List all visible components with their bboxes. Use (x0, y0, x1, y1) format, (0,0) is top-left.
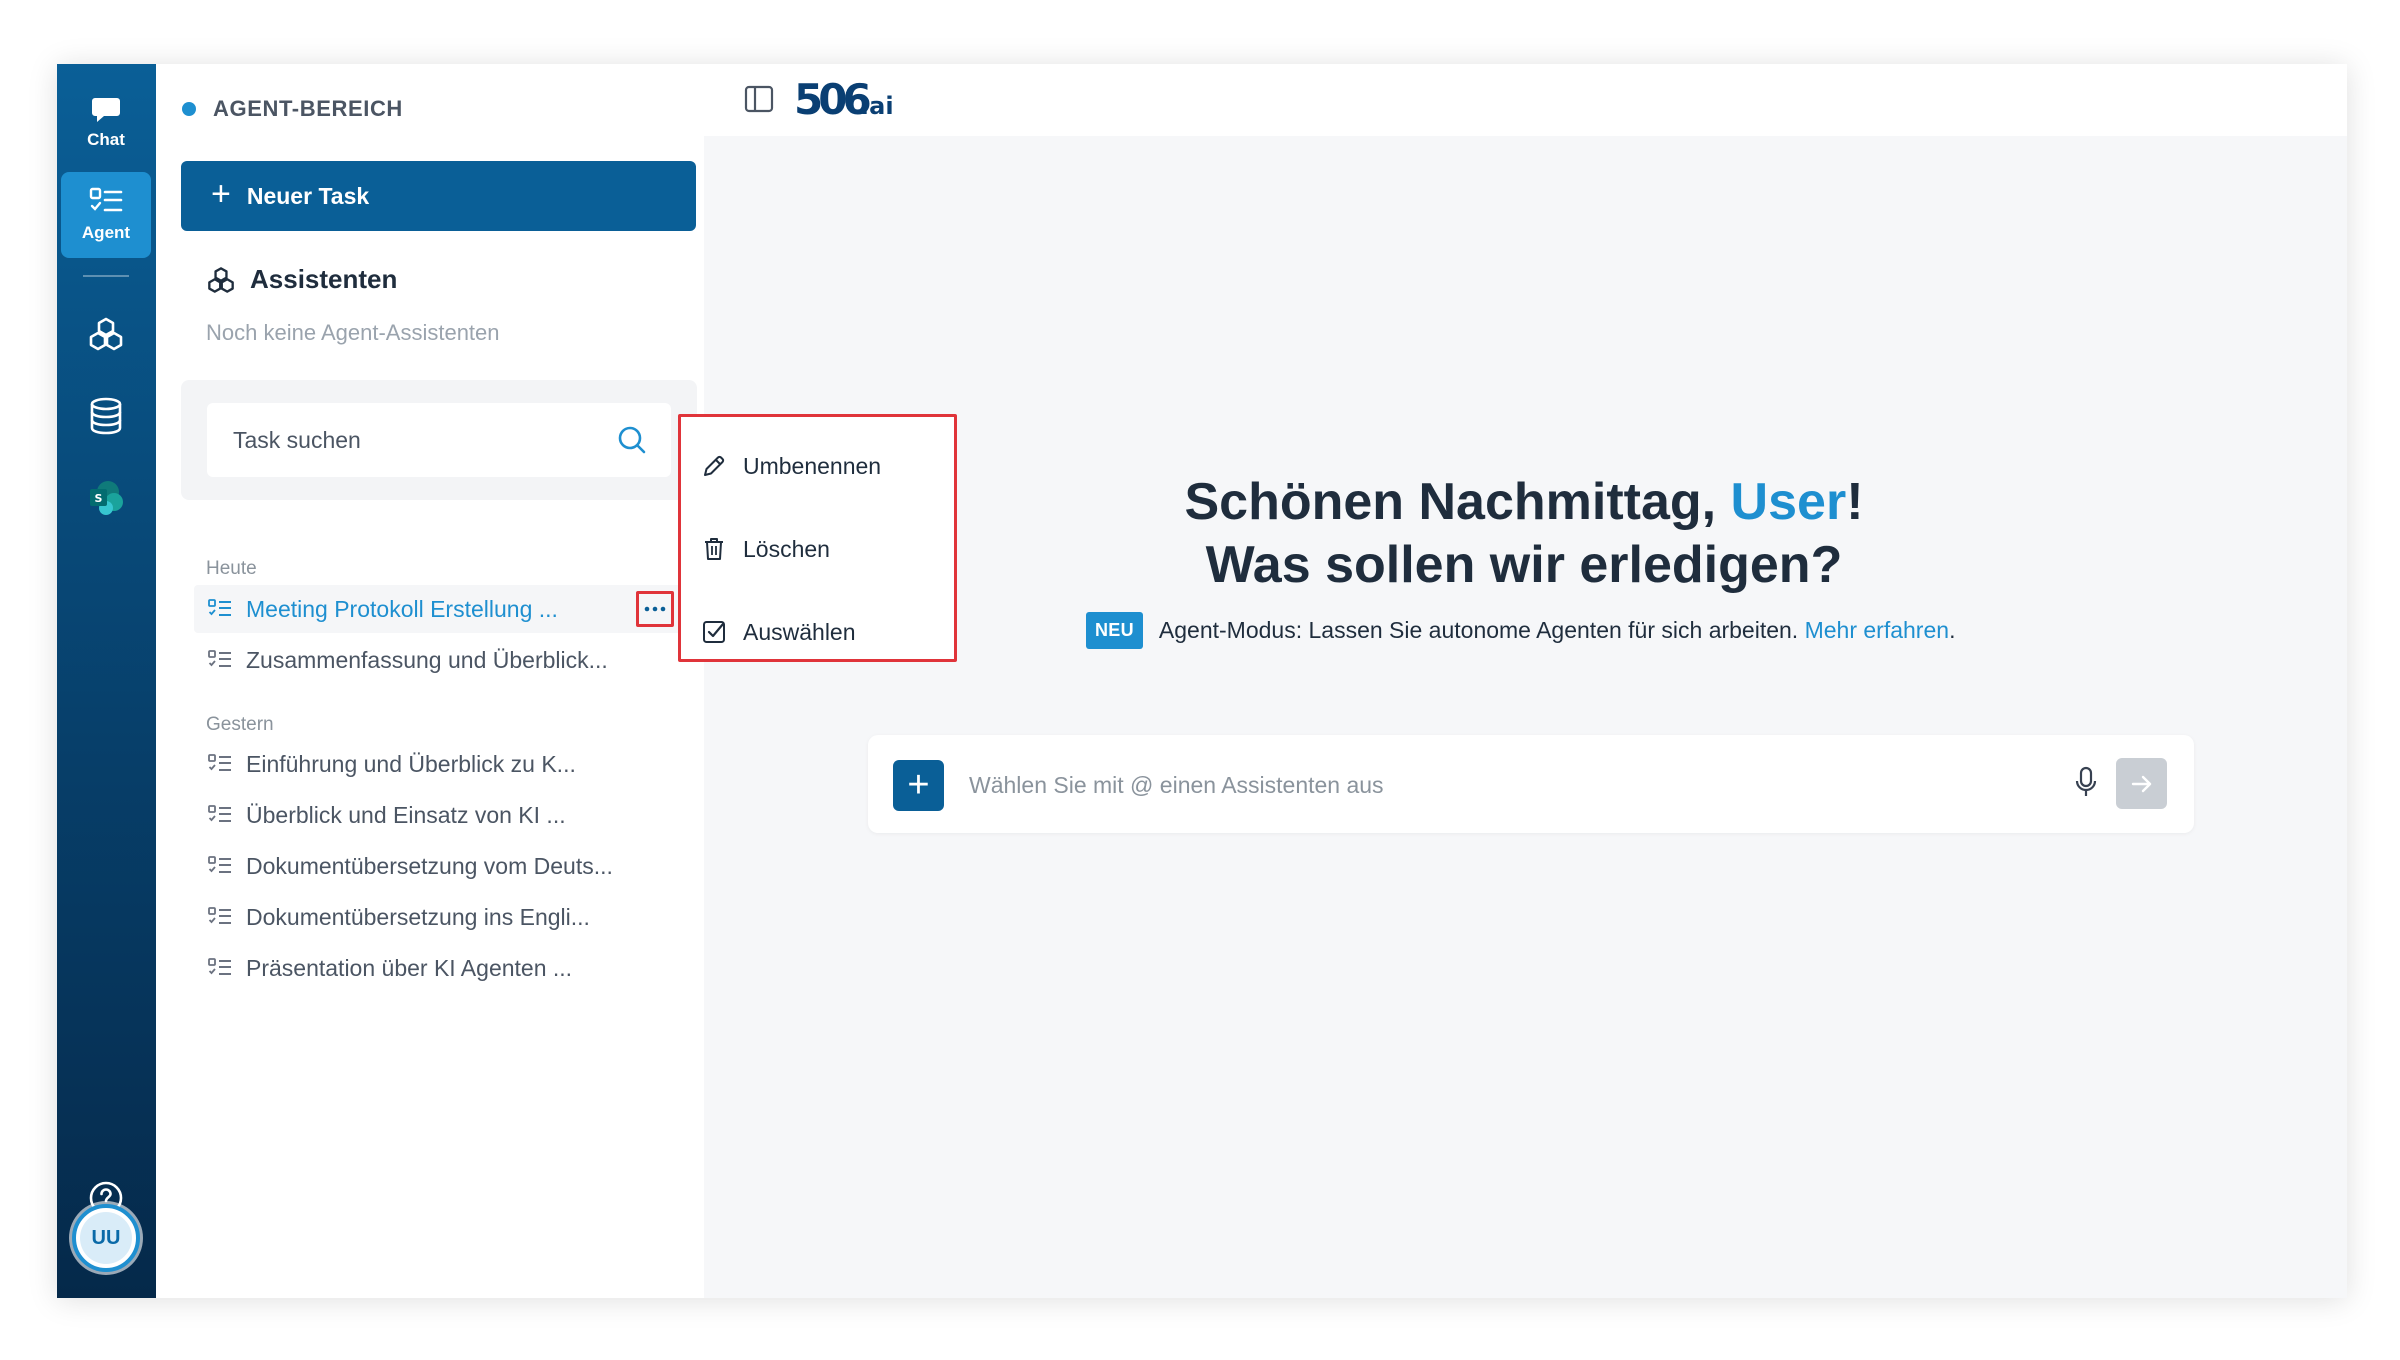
task-item[interactable]: Präsentation über KI Agenten ... (194, 944, 690, 992)
arrow-right-icon (2131, 775, 2151, 792)
more-dots-icon (644, 606, 666, 612)
assistants-icon (208, 266, 234, 293)
status-dot (182, 102, 196, 116)
menu-item-select[interactable]: Auswählen (701, 607, 941, 657)
top-bar: 506 .ai (704, 64, 2347, 136)
svg-text:.ai: .ai (860, 92, 894, 120)
agent-mode-info: NEU Agent-Modus: Lassen Sie autonome Age… (1086, 612, 1955, 649)
add-attachment-button[interactable]: + (893, 760, 944, 811)
rail-divider (83, 275, 129, 277)
task-item[interactable]: Überblick und Einsatz von KI ... (194, 791, 690, 839)
svg-text:506: 506 (794, 75, 869, 124)
app-window: Chat Agent S UU AGENT-BEREICH + Neuer Ta… (57, 64, 2347, 1298)
database-icon (90, 397, 122, 435)
new-badge: NEU (1086, 612, 1143, 649)
rail-assistants[interactable] (61, 304, 151, 364)
greeting-suffix: ! (1846, 473, 1864, 531)
menu-item-delete[interactable]: Löschen (701, 524, 941, 574)
checkbox-icon (703, 621, 725, 643)
avatar-initials: UU (80, 1212, 132, 1264)
chat-icon (92, 98, 120, 122)
greeting-line-2: Was sollen wir erledigen? (1205, 536, 1843, 594)
search-icon[interactable] (617, 425, 647, 455)
send-button[interactable] (2116, 758, 2167, 809)
user-avatar[interactable]: UU (72, 1204, 140, 1272)
task-item[interactable]: Einführung und Überblick zu K... (194, 740, 690, 788)
menu-item-label: Umbenennen (743, 452, 882, 479)
new-task-button[interactable]: + Neuer Task (181, 161, 696, 231)
microphone-icon[interactable] (2075, 766, 2097, 798)
rail-database[interactable] (61, 386, 151, 446)
menu-item-label: Auswählen (743, 618, 856, 645)
task-icon (208, 754, 231, 771)
menu-item-rename[interactable]: Umbenennen (701, 441, 941, 491)
task-name: Überblick und Einsatz von KI ... (246, 801, 566, 828)
left-rail: Chat Agent S UU (57, 64, 156, 1298)
sidebar-toggle-icon[interactable] (744, 84, 774, 114)
task-icon (208, 907, 231, 924)
task-item[interactable]: Dokumentübersetzung vom Deuts... (194, 842, 690, 890)
task-icon (208, 650, 231, 667)
assistants-icon (89, 317, 123, 351)
sharepoint-icon: S (90, 481, 123, 515)
agent-list-icon (89, 187, 123, 212)
task-name: Zusammenfassung und Überblick... (246, 646, 608, 673)
greeting-heading: Schönen Nachmittag, User! Was sollen wir… (904, 471, 2144, 597)
pencil-icon (704, 455, 725, 476)
assistants-title: Assistenten (250, 264, 398, 294)
group-label-gestern: Gestern (206, 714, 274, 735)
greeting-prefix: Schönen Nachmittag, (1184, 473, 1731, 531)
info-end: . (1949, 617, 1956, 643)
task-icon (208, 958, 231, 975)
svg-text:S: S (95, 492, 103, 505)
task-name: Einführung und Überblick zu K... (246, 750, 576, 777)
task-name: Präsentation über KI Agenten ... (246, 954, 573, 981)
search-box (207, 403, 671, 477)
task-item[interactable]: Dokumentübersetzung ins Engli... (194, 893, 690, 941)
assistants-header: Assistenten (206, 264, 397, 295)
search-section (181, 380, 697, 500)
task-icon (208, 599, 231, 616)
rail-sharepoint[interactable]: S (61, 468, 151, 528)
chat-composer: + (868, 735, 2194, 833)
chat-input[interactable] (969, 765, 2009, 805)
rail-agent-label: Agent (81, 223, 131, 242)
new-task-label: Neuer Task (246, 182, 370, 209)
greeting-line-1: Schönen Nachmittag, User! (904, 471, 2144, 534)
greeting-user: User (1730, 473, 1847, 531)
task-icon (208, 805, 231, 822)
agent-sidebar: AGENT-BEREICH + Neuer Task Assistenten N… (156, 64, 704, 1298)
info-text: Agent-Modus: Lassen Sie autonome Agenten… (1158, 617, 1799, 643)
task-context-menu: Umbenennen Löschen Auswählen (678, 414, 957, 662)
logo-mark: 506 .ai (794, 75, 894, 124)
task-item[interactable]: Zusammenfassung und Überblick... (194, 636, 690, 684)
brand-logo: 506 .ai (794, 74, 904, 129)
rail-chat[interactable]: Chat (61, 84, 151, 162)
task-more-button[interactable] (636, 591, 674, 627)
rail-chat-label: Chat (87, 130, 125, 149)
main-area: 506 .ai Schönen Nachmittag, User! Was so… (704, 64, 2347, 1298)
task-item-selected[interactable]: Meeting Protokoll Erstellung ... (194, 585, 690, 633)
area-header: AGENT-BEREICH (182, 96, 403, 122)
task-search-input[interactable] (233, 426, 593, 454)
assistants-empty-text: Noch keine Agent-Assistenten (206, 320, 500, 345)
task-name: Dokumentübersetzung vom Deuts... (246, 852, 613, 879)
menu-item-label: Löschen (743, 535, 830, 562)
group-label-heute: Heute (206, 558, 257, 579)
plus-icon: + (211, 175, 231, 213)
task-name: Dokumentübersetzung ins Engli... (246, 903, 590, 930)
area-title: AGENT-BEREICH (213, 96, 403, 121)
learn-more-link[interactable]: Mehr erfahren (1805, 617, 1949, 644)
trash-icon (705, 538, 723, 560)
task-icon (208, 856, 231, 873)
rail-agent[interactable]: Agent (61, 172, 151, 258)
task-name: Meeting Protokoll Erstellung ... (246, 595, 558, 622)
